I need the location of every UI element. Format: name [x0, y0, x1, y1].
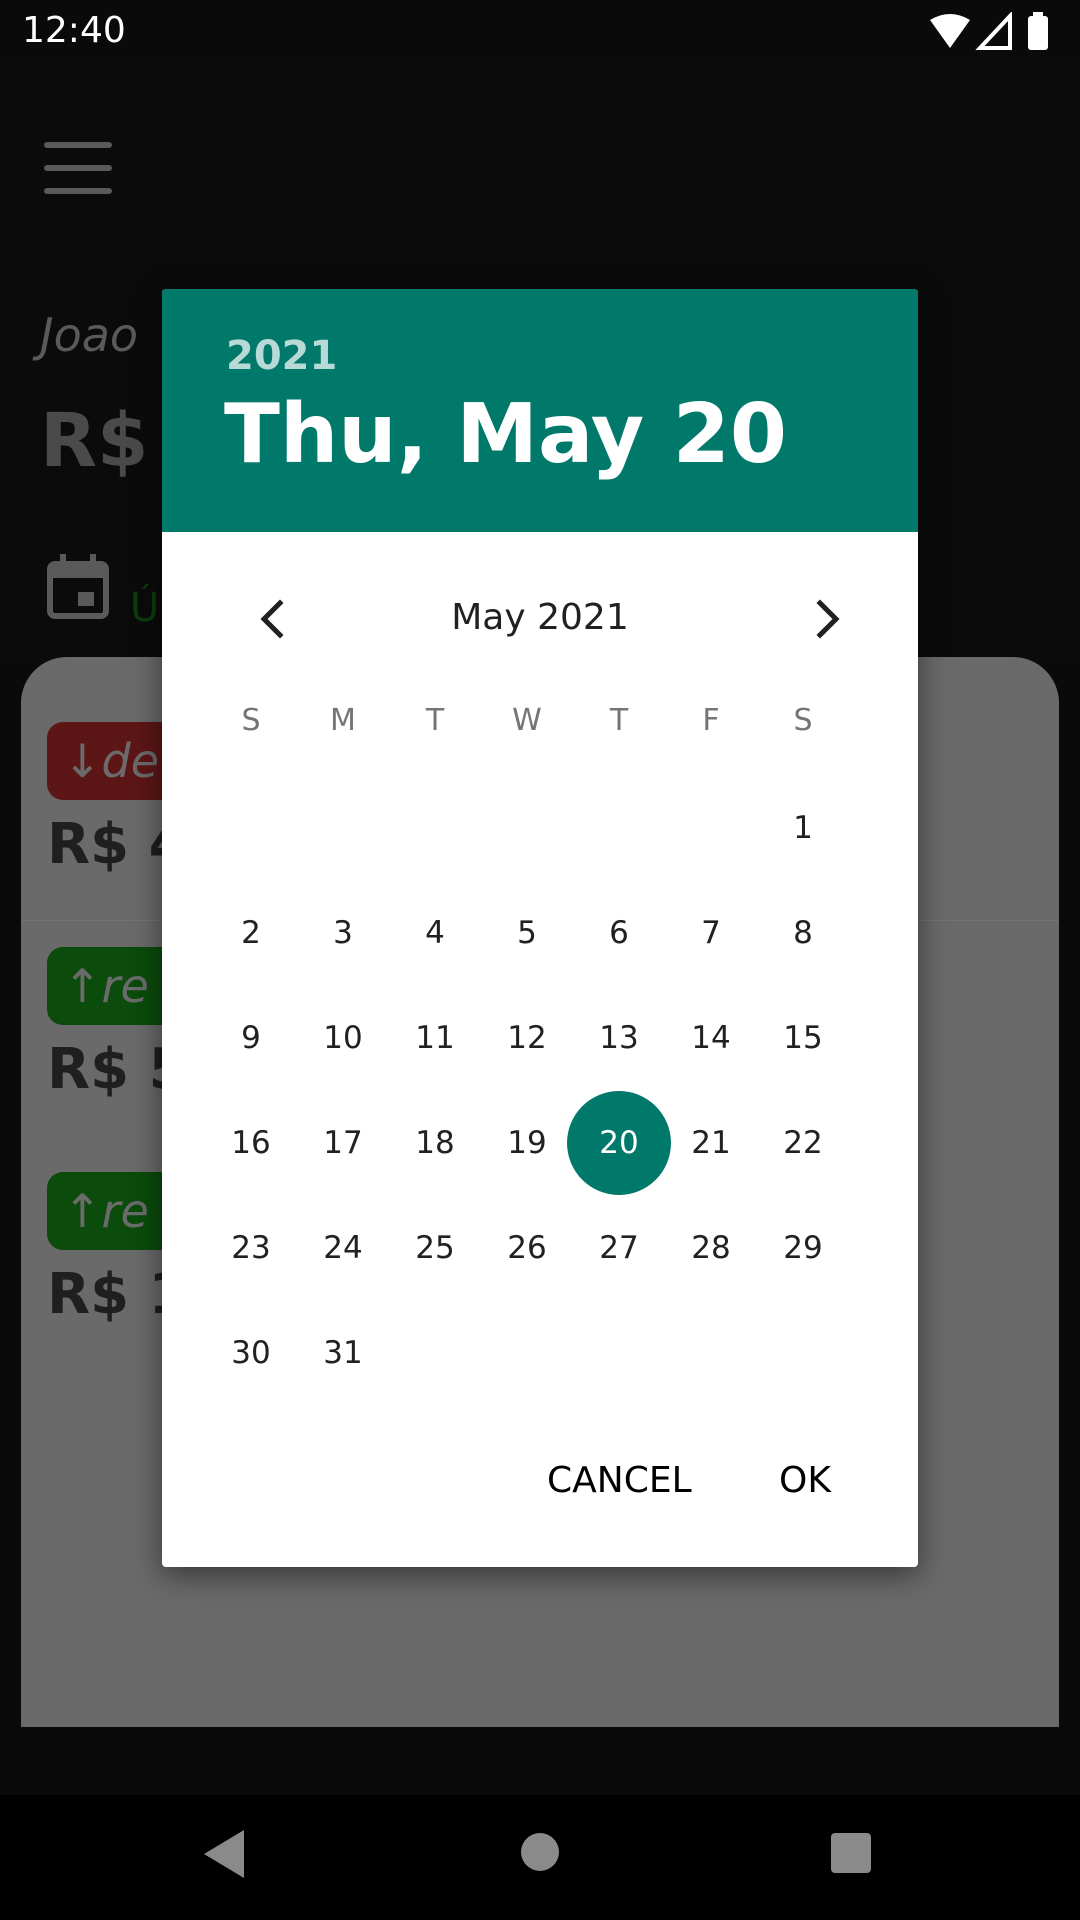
calendar-day[interactable]: 5: [481, 887, 573, 979]
system-nav-bar: [0, 1795, 1080, 1920]
calendar-day[interactable]: 23: [205, 1202, 297, 1294]
calendar-day[interactable]: 16: [205, 1097, 297, 1189]
dialog-header: 2021 Thu, May 20: [162, 289, 918, 532]
calendar-day[interactable]: 27: [573, 1202, 665, 1294]
calendar-week-row: 16 17 18 19 20 21 22: [205, 1090, 849, 1195]
calendar-day[interactable]: 1: [757, 782, 849, 874]
calendar-week-row: 9 10 11 12 13 14 15: [205, 985, 849, 1090]
calendar-day[interactable]: 15: [757, 992, 849, 1084]
calendar-day-selected[interactable]: 20: [567, 1090, 671, 1195]
calendar-day[interactable]: 8: [757, 887, 849, 979]
calendar-day[interactable]: 14: [665, 992, 757, 1084]
calendar-week-row: 30 31: [205, 1300, 849, 1405]
ok-button[interactable]: OK: [779, 1460, 831, 1501]
wifi-icon: [930, 14, 970, 48]
calendar-day[interactable]: 22: [757, 1097, 849, 1189]
calendar-day[interactable]: 3: [297, 887, 389, 979]
calendar-week-row: 2345678: [205, 880, 849, 985]
calendar-week-row: 1: [205, 775, 849, 880]
weekday-label: T: [609, 702, 629, 738]
calendar-day[interactable]: 28: [665, 1202, 757, 1294]
calendar-day[interactable]: 9: [205, 992, 297, 1084]
calendar-day[interactable]: 30: [205, 1307, 297, 1399]
weekday-label: S: [793, 702, 813, 738]
back-icon[interactable]: [204, 1830, 244, 1878]
header-year[interactable]: 2021: [226, 333, 337, 379]
calendar-icon[interactable]: [46, 554, 110, 620]
weekday-label: W: [512, 702, 542, 738]
weekday-label: S: [241, 702, 261, 738]
user-name: Joao: [40, 308, 139, 362]
calendar-day[interactable]: 2: [205, 887, 297, 979]
battery-icon: [1028, 16, 1048, 50]
chevron-right-icon[interactable]: [798, 589, 858, 649]
calendar-day[interactable]: 6: [573, 887, 665, 979]
weekday-label: T: [425, 702, 445, 738]
calendar-day[interactable]: 19: [481, 1097, 573, 1189]
menu-icon[interactable]: [44, 142, 112, 194]
calendar-day[interactable]: 21: [665, 1097, 757, 1189]
date-picker-dialog: 2021 Thu, May 20 May 2021 SMTWTFS 123456…: [162, 289, 918, 1567]
calendar-day[interactable]: 11: [389, 992, 481, 1084]
calendar-day[interactable]: 12: [481, 992, 573, 1084]
signal-icon: [975, 12, 1012, 50]
weekday-label: F: [702, 702, 720, 738]
calendar-day[interactable]: 18: [389, 1097, 481, 1189]
cancel-button[interactable]: CANCEL: [547, 1460, 692, 1501]
calendar-day[interactable]: 24: [297, 1202, 389, 1294]
header-selected-date: Thu, May 20: [224, 387, 787, 482]
last-update-label: Ú: [130, 585, 160, 631]
calendar-day[interactable]: 13: [573, 992, 665, 1084]
recents-icon[interactable]: [831, 1833, 871, 1873]
home-icon[interactable]: [521, 1833, 559, 1871]
status-time: 12:40: [22, 10, 126, 51]
calendar-day[interactable]: 17: [297, 1097, 389, 1189]
calendar-day[interactable]: 4: [389, 887, 481, 979]
weekday-header: SMTWTFS: [205, 665, 849, 775]
calendar-day[interactable]: 7: [665, 887, 757, 979]
calendar-day[interactable]: 26: [481, 1202, 573, 1294]
calendar-grid: SMTWTFS 1 2 3 4 5 6 7 8 9 10 11 12 13 14 15 16 17 18 19 20 2…: [205, 665, 849, 1405]
calendar-day[interactable]: 31: [297, 1307, 389, 1399]
calendar-day[interactable]: 29: [757, 1202, 849, 1294]
status-icons: [930, 12, 1048, 50]
calendar-week-row: 23 24 25 26 27 28 29: [205, 1195, 849, 1300]
status-bar: 12:40: [0, 0, 1080, 62]
calendar-day[interactable]: 10: [297, 992, 389, 1084]
calendar-day[interactable]: 25: [389, 1202, 481, 1294]
weekday-label: M: [330, 702, 356, 738]
